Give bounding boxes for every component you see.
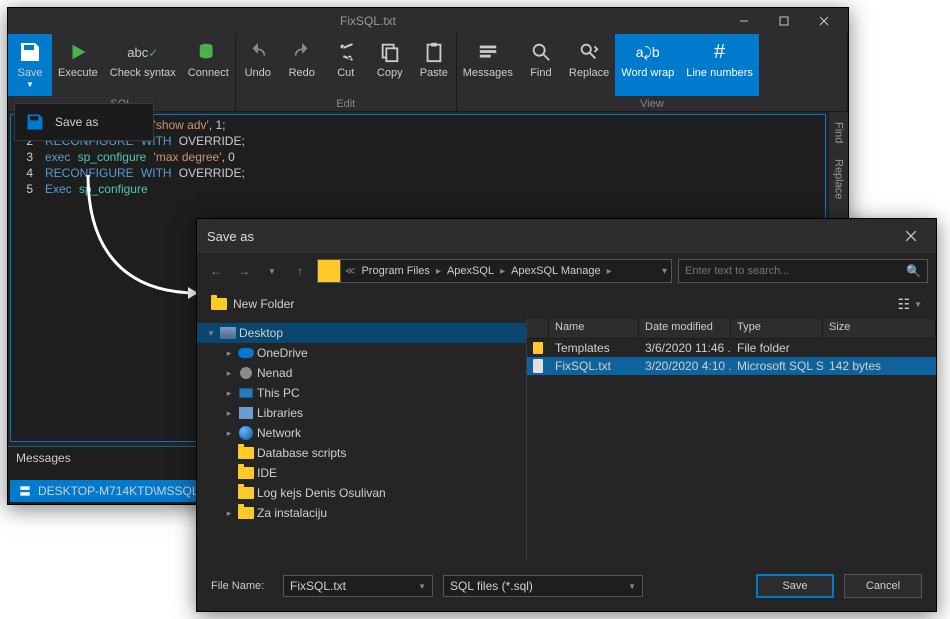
file-row[interactable]: Templates3/6/2020 11:46 ...File folder: [527, 339, 936, 357]
hash-icon: #: [706, 38, 734, 66]
tree-item[interactable]: ▾Desktop: [197, 323, 526, 343]
ribbon-group-edit: Undo Redo Cut Copy Paste Edit: [236, 34, 457, 111]
maximize-button[interactable]: [764, 8, 804, 34]
play-icon: [64, 38, 92, 66]
save-button[interactable]: Save ▼: [8, 34, 52, 96]
close-button[interactable]: [804, 8, 844, 34]
wordwrap-button[interactable]: a⤸bWord wrap: [615, 34, 680, 96]
window-buttons: [724, 8, 844, 34]
linenumbers-button[interactable]: #Line numbers: [680, 34, 759, 96]
filename-input[interactable]: FixSQL.txt▼: [283, 575, 433, 597]
save-button[interactable]: Save: [756, 574, 834, 598]
file-row[interactable]: FixSQL.txt3/20/2020 4:10 ...Microsoft SQ…: [527, 357, 936, 375]
find-tab[interactable]: Find: [833, 118, 845, 147]
ribbon-group-view: Messages Find Replace a⤸bWord wrap #Line…: [457, 34, 848, 111]
back-button[interactable]: ←: [205, 260, 227, 282]
wordwrap-icon: a⤸b: [634, 38, 662, 66]
col-name[interactable]: Name: [549, 319, 639, 338]
tree-item[interactable]: ▸Za instalaciju: [197, 503, 526, 523]
messages-icon: [474, 38, 502, 66]
dialog-close-button[interactable]: [896, 221, 926, 251]
tree-item[interactable]: ▸Network: [197, 423, 526, 443]
cut-button[interactable]: Cut: [324, 34, 368, 96]
undo-button[interactable]: Undo: [236, 34, 280, 96]
save-icon: [16, 38, 44, 66]
new-folder-button[interactable]: New Folder: [211, 297, 294, 311]
database-connect-icon: [194, 38, 222, 66]
tree-item[interactable]: ▸This PC: [197, 383, 526, 403]
folder-tree[interactable]: ▾Desktop▸OneDrive▸Nenad▸This PC▸Librarie…: [197, 319, 527, 561]
save-as-menuitem[interactable]: Save as: [17, 106, 151, 138]
find-button[interactable]: Find: [519, 34, 563, 96]
search-icon: [527, 38, 555, 66]
tree-item[interactable]: ▸OneDrive: [197, 343, 526, 363]
titlebar: FixSQL.txt: [8, 8, 848, 34]
cut-icon: [332, 38, 360, 66]
col-size[interactable]: Size: [823, 319, 936, 338]
file-list: Name Date modified Type Size Templates3/…: [527, 319, 936, 561]
paste-button[interactable]: Paste: [412, 34, 456, 96]
window-title: FixSQL.txt: [12, 14, 724, 28]
check-syntax-button[interactable]: abc✓ Check syntax: [104, 34, 182, 96]
filter-select[interactable]: SQL files (*.sql)▼: [443, 575, 643, 597]
save-as-icon: [23, 110, 47, 134]
ribbon-group-sql: Save ▼ Execute abc✓ Check syntax Connect…: [8, 34, 236, 111]
search-box[interactable]: 🔍: [678, 259, 928, 283]
tree-item[interactable]: Database scripts: [197, 443, 526, 463]
dialog-nav: ← → ▼ ↑ ≪ Program Files▸ ApexSQL▸ ApexSQ…: [197, 253, 936, 289]
server-icon: [18, 484, 32, 498]
up-button[interactable]: ↑: [289, 260, 311, 282]
view-dropdown[interactable]: ▼: [914, 300, 922, 309]
dialog-title: Save as: [207, 229, 896, 244]
tree-item[interactable]: ▸Libraries: [197, 403, 526, 423]
search-icon: 🔍: [906, 264, 921, 278]
view-mode-button[interactable]: ☷: [898, 296, 911, 313]
copy-icon: [376, 38, 404, 66]
history-dropdown[interactable]: ▼: [261, 260, 283, 282]
replace-tab[interactable]: Replace: [833, 155, 845, 203]
search-input[interactable]: [685, 265, 900, 277]
copy-button[interactable]: Copy: [368, 34, 412, 96]
ribbon: Save ▼ Execute abc✓ Check syntax Connect…: [8, 34, 848, 112]
redo-button[interactable]: Redo: [280, 34, 324, 96]
tree-item[interactable]: IDE: [197, 463, 526, 483]
messages-button[interactable]: Messages: [457, 34, 519, 96]
minimize-button[interactable]: [724, 8, 764, 34]
line-gutter: 12345: [11, 115, 41, 441]
chevron-down-icon: ▼: [26, 80, 34, 89]
filename-label: File Name:: [211, 580, 273, 592]
forward-button[interactable]: →: [233, 260, 255, 282]
dialog-footer: File Name: FixSQL.txt▼ SQL files (*.sql)…: [197, 561, 936, 611]
dialog-titlebar: Save as: [197, 219, 936, 253]
save-as-dialog: Save as ← → ▼ ↑ ≪ Program Files▸ ApexSQL…: [196, 218, 937, 612]
undo-icon: [244, 38, 272, 66]
breadcrumb[interactable]: ≪ Program Files▸ ApexSQL▸ ApexSQL Manage…: [341, 259, 672, 283]
col-type[interactable]: Type: [731, 319, 823, 338]
execute-button[interactable]: Execute: [52, 34, 104, 96]
paste-icon: [420, 38, 448, 66]
replace-button[interactable]: Replace: [563, 34, 615, 96]
abc-check-icon: abc✓: [129, 38, 157, 66]
col-date[interactable]: Date modified: [639, 319, 731, 338]
save-dropdown: Save as: [14, 103, 154, 141]
connect-button[interactable]: Connect: [182, 34, 235, 96]
tree-item[interactable]: ▸Nenad: [197, 363, 526, 383]
tree-item[interactable]: Log kejs Denis Osulivan: [197, 483, 526, 503]
file-list-header: Name Date modified Type Size: [527, 319, 936, 339]
replace-icon: [575, 38, 603, 66]
cancel-button[interactable]: Cancel: [844, 574, 922, 598]
redo-icon: [288, 38, 316, 66]
dialog-toolbar: New Folder ☷ ▼: [197, 289, 936, 319]
folder-icon[interactable]: [317, 259, 341, 283]
